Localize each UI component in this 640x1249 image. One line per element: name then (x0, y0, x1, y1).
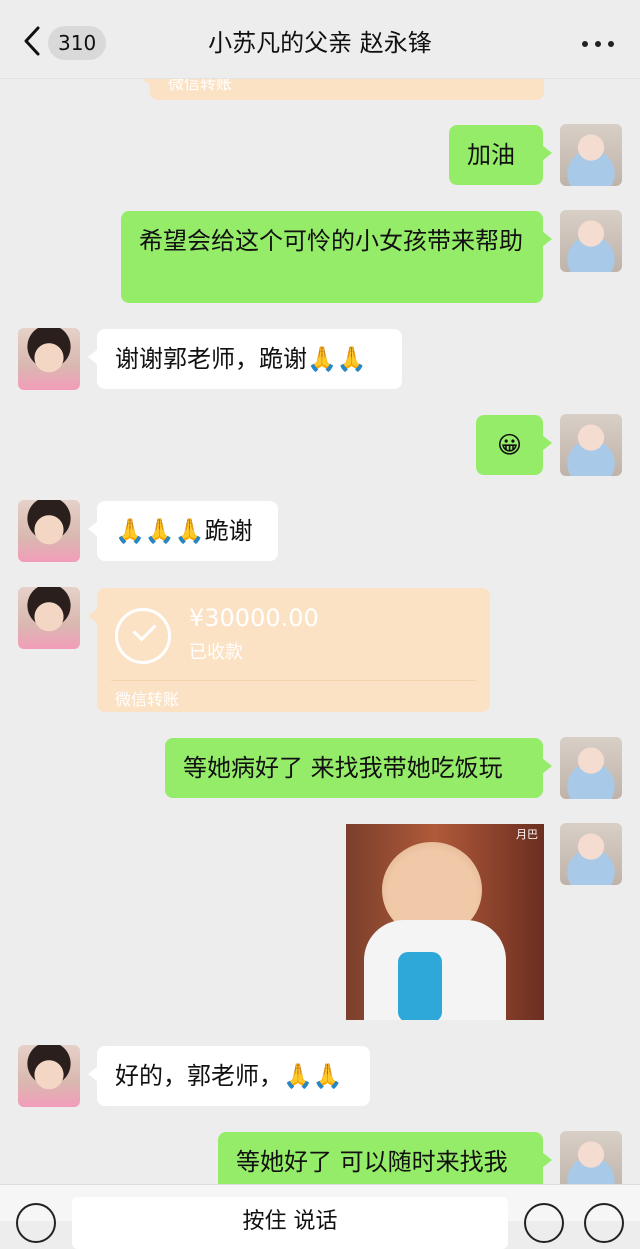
avatar-self[interactable] (560, 823, 622, 885)
transfer-card[interactable]: ¥30000.00 已收款 微信转账 (88, 588, 490, 712)
transfer-divider (111, 680, 476, 681)
avatar-self[interactable] (560, 737, 622, 799)
more-dots-icon[interactable] (582, 30, 614, 58)
chat-header: 310 小苏凡的父亲 赵永锋 (0, 0, 640, 79)
avatar-self[interactable] (560, 124, 622, 186)
avatar-self[interactable] (560, 414, 622, 476)
avatar-self[interactable] (560, 210, 622, 272)
check-circle-icon (115, 608, 171, 664)
sticker-watermark: 月巴 (516, 828, 538, 841)
plus-icon[interactable] (584, 1203, 624, 1243)
transfer-status: 已收款 (189, 642, 243, 663)
avatar-contact[interactable] (18, 1045, 80, 1107)
transfer-label: 微信转账 (115, 690, 180, 709)
transfer-amount: ¥30000.00 (189, 604, 319, 632)
sticker-image[interactable]: 月巴 (346, 824, 544, 1020)
sticker-toy (398, 952, 442, 1020)
voice-icon[interactable] (16, 1203, 56, 1243)
chat-title: 小苏凡的父亲 赵永锋 (208, 29, 432, 57)
message-bubble-sent[interactable]: 等她病好了 来找我带她吃饭玩 (165, 738, 552, 798)
input-bar: 按住 说话 (0, 1184, 640, 1249)
message-bubble-sent[interactable]: 等她好了 可以随时来找我 (218, 1132, 552, 1192)
message-bubble-received[interactable]: 好的，郭老师，🙏🙏 (88, 1046, 370, 1106)
hold-to-talk-button[interactable]: 按住 说话 (72, 1197, 508, 1249)
avatar-contact[interactable] (18, 328, 80, 390)
message-bubble-sent[interactable]: 加油 (449, 125, 552, 185)
emoji-icon[interactable] (524, 1203, 564, 1243)
message-bubble-received[interactable]: 谢谢郭老师，跪谢🙏🙏 (88, 329, 402, 389)
message-bubble-received[interactable]: 🙏🙏🙏跪谢 (88, 501, 278, 561)
avatar-contact[interactable] (18, 500, 80, 562)
message-bubble-sent[interactable]: 😀 (476, 415, 552, 475)
message-bubble-sent[interactable]: 希望会给这个可怜的小女孩带来帮助 (121, 211, 552, 303)
avatar-contact[interactable] (18, 587, 80, 649)
